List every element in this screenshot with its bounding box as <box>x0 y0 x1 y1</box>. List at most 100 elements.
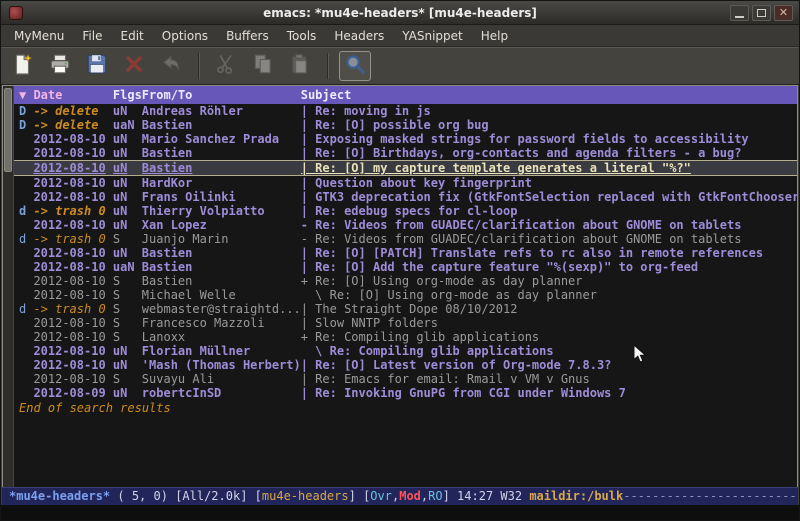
subject-cell: | Slow NNTP folders <box>301 316 797 330</box>
subject-cell: | Question about key fingerprint <box>301 176 797 190</box>
new-file-icon <box>12 53 34 79</box>
mark-prefix: d <box>19 302 33 316</box>
menu-headers[interactable]: Headers <box>325 27 393 45</box>
message-row[interactable]: 2012-08-10uNBastien| Re: [O] [PATCH] Tra… <box>14 246 797 260</box>
message-row[interactable]: D-> deleteuaNBastien| Re: [O] possible o… <box>14 118 797 132</box>
message-row[interactable]: 2012-08-10uN'Mash (Thomas Herbert)| Re: … <box>14 358 797 372</box>
cut-button[interactable] <box>210 51 242 81</box>
message-row[interactable]: 2012-08-10uNXan Lopez- Re: Videos from G… <box>14 218 797 232</box>
close-button[interactable]: ✕ <box>774 5 793 21</box>
from-cell: Xan Lopez <box>142 218 301 232</box>
message-row[interactable]: d-> trash 0SJuanjo Marin- Re: Videos fro… <box>14 232 797 246</box>
from-cell: Lanoxx <box>142 330 301 344</box>
date-cell: -> trash 0 <box>33 302 112 316</box>
column-flags[interactable]: Flgs <box>113 88 142 102</box>
message-row[interactable]: 2012-08-10uNFlorian Müllner \ Re: Compil… <box>14 344 797 358</box>
message-row[interactable]: 2012-08-10SLanoxx+ Re: Compiling glib ap… <box>14 330 797 344</box>
message-row[interactable]: d-> trash 0Swebmaster@straightd...| The … <box>14 302 797 316</box>
flags-cell: uN <box>113 344 142 358</box>
modeline-segment: mu4e-headers <box>262 489 349 503</box>
modeline-segment: maildir:/bulk <box>529 489 623 503</box>
window-icon <box>9 6 23 20</box>
minibuffer[interactable] <box>1 505 799 520</box>
menu-yasnippet[interactable]: YASnippet <box>393 27 472 45</box>
date-cell: -> delete <box>33 104 112 118</box>
message-row[interactable]: 2012-08-10SFrancesco Mazzoli| Slow NNTP … <box>14 316 797 330</box>
mu4e-headers-buffer: ▼ Date Flgs From/To Subject D-> deleteuN… <box>14 86 797 487</box>
from-cell: Bastien <box>142 161 301 175</box>
message-row[interactable]: 2012-08-10SMichael Welle \ Re: [O] Using… <box>14 288 797 302</box>
from-cell: HardKor <box>142 176 301 190</box>
minimize-button[interactable] <box>730 5 749 21</box>
flags-cell: S <box>113 288 142 302</box>
flags-cell: S <box>113 232 142 246</box>
menu-mymenu[interactable]: MyMenu <box>5 27 73 45</box>
modeline-segment: 14:27 <box>457 489 500 503</box>
menu-help[interactable]: Help <box>472 27 517 45</box>
subject-cell: | Re: edebug specs for cl-loop <box>301 204 797 218</box>
subject-cell: + Re: [O] Using org-mode as day planner <box>301 274 797 288</box>
column-date[interactable]: ▼ Date <box>19 88 113 102</box>
from-cell: Bastien <box>142 246 301 260</box>
subject-cell: - Re: Videos from GUADEC/clarification a… <box>301 218 797 232</box>
mark-prefix: D <box>19 104 33 118</box>
flags-cell: uaN <box>113 260 142 274</box>
date-cell: 2012-08-10 <box>33 372 112 386</box>
print-button[interactable] <box>44 51 76 81</box>
menu-file[interactable]: File <box>73 27 111 45</box>
menu-options[interactable]: Options <box>153 27 217 45</box>
mark-prefix: d <box>19 232 33 246</box>
paste-button[interactable] <box>284 51 316 81</box>
flags-cell: uN <box>113 132 142 146</box>
message-list: D-> deleteuNAndreas Röhler| Re: moving i… <box>14 104 797 400</box>
cut-icon <box>215 53 237 79</box>
minimize-icon <box>735 16 744 18</box>
scrollbar-track[interactable] <box>3 86 14 487</box>
message-row[interactable]: 2012-08-10uNHardKor| Question about key … <box>14 176 797 190</box>
close-icon <box>123 53 145 79</box>
subject-cell: + Re: Compiling glib applications <box>301 330 797 344</box>
flags-cell: uN <box>113 161 142 175</box>
column-from[interactable]: From/To <box>142 88 301 102</box>
new-file-button[interactable] <box>7 51 39 81</box>
copy-button[interactable] <box>247 51 279 81</box>
subject-cell: | Re: [O] Latest version of Org-mode 7.8… <box>301 358 797 372</box>
from-cell: Francesco Mazzoli <box>142 316 301 330</box>
subject-cell: | Re: Emacs for email: Rmail v VM v Gnus <box>301 372 797 386</box>
mark-prefix: d <box>19 204 33 218</box>
scrollbar-thumb[interactable] <box>4 88 12 172</box>
message-row[interactable]: 2012-08-10SSuvayu Ali| Re: Emacs for ema… <box>14 372 797 386</box>
message-row[interactable]: 2012-08-10uNMario Sanchez Prada| Exposin… <box>14 132 797 146</box>
message-row[interactable]: 2012-08-10SBastien+ Re: [O] Using org-mo… <box>14 274 797 288</box>
message-row[interactable]: 2012-08-09uNrobertcInSD| Re: Invoking Gn… <box>14 386 797 400</box>
message-row[interactable]: 2012-08-10uNFrans Oilinki| GTK3 deprecat… <box>14 190 797 204</box>
message-row[interactable]: 2012-08-10uNBastien| Re: [O] my capture … <box>14 160 797 176</box>
modeline-segment: Ovr <box>370 489 392 503</box>
flags-cell: S <box>113 302 142 316</box>
save-button[interactable] <box>81 51 113 81</box>
flags-cell: uN <box>113 204 142 218</box>
modeline-segment: RO <box>428 489 442 503</box>
flags-cell: uN <box>113 190 142 204</box>
undo-icon <box>160 53 182 79</box>
subject-cell: | Re: [O] Add the capture feature "%(sex… <box>301 260 797 274</box>
save-icon <box>86 53 108 79</box>
modeline-segment: ] <box>349 489 363 503</box>
message-row[interactable]: d-> trash 0uNThierry Volpiatto| Re: edeb… <box>14 204 797 218</box>
subject-cell: | The Straight Dope 08/10/2012 <box>301 302 797 316</box>
undo-button[interactable] <box>155 51 187 81</box>
maximize-button[interactable] <box>752 5 771 21</box>
message-row[interactable]: 2012-08-10uaNBastien| Re: [O] Add the ca… <box>14 260 797 274</box>
date-cell: 2012-08-10 <box>33 176 112 190</box>
menu-edit[interactable]: Edit <box>112 27 153 45</box>
close-button[interactable] <box>118 51 150 81</box>
message-row[interactable]: 2012-08-10uNBastien| Re: [O] Birthdays, … <box>14 146 797 160</box>
search-button[interactable] <box>339 51 371 81</box>
menu-tools[interactable]: Tools <box>278 27 326 45</box>
modeline-segment: [All/2.0k] <box>175 489 254 503</box>
from-cell: Bastien <box>142 118 301 132</box>
message-row[interactable]: D-> deleteuNAndreas Röhler| Re: moving i… <box>14 104 797 118</box>
column-subject[interactable]: Subject <box>301 88 352 102</box>
menu-buffers[interactable]: Buffers <box>217 27 278 45</box>
modeline-segment: ( 5, 0) <box>110 489 175 503</box>
